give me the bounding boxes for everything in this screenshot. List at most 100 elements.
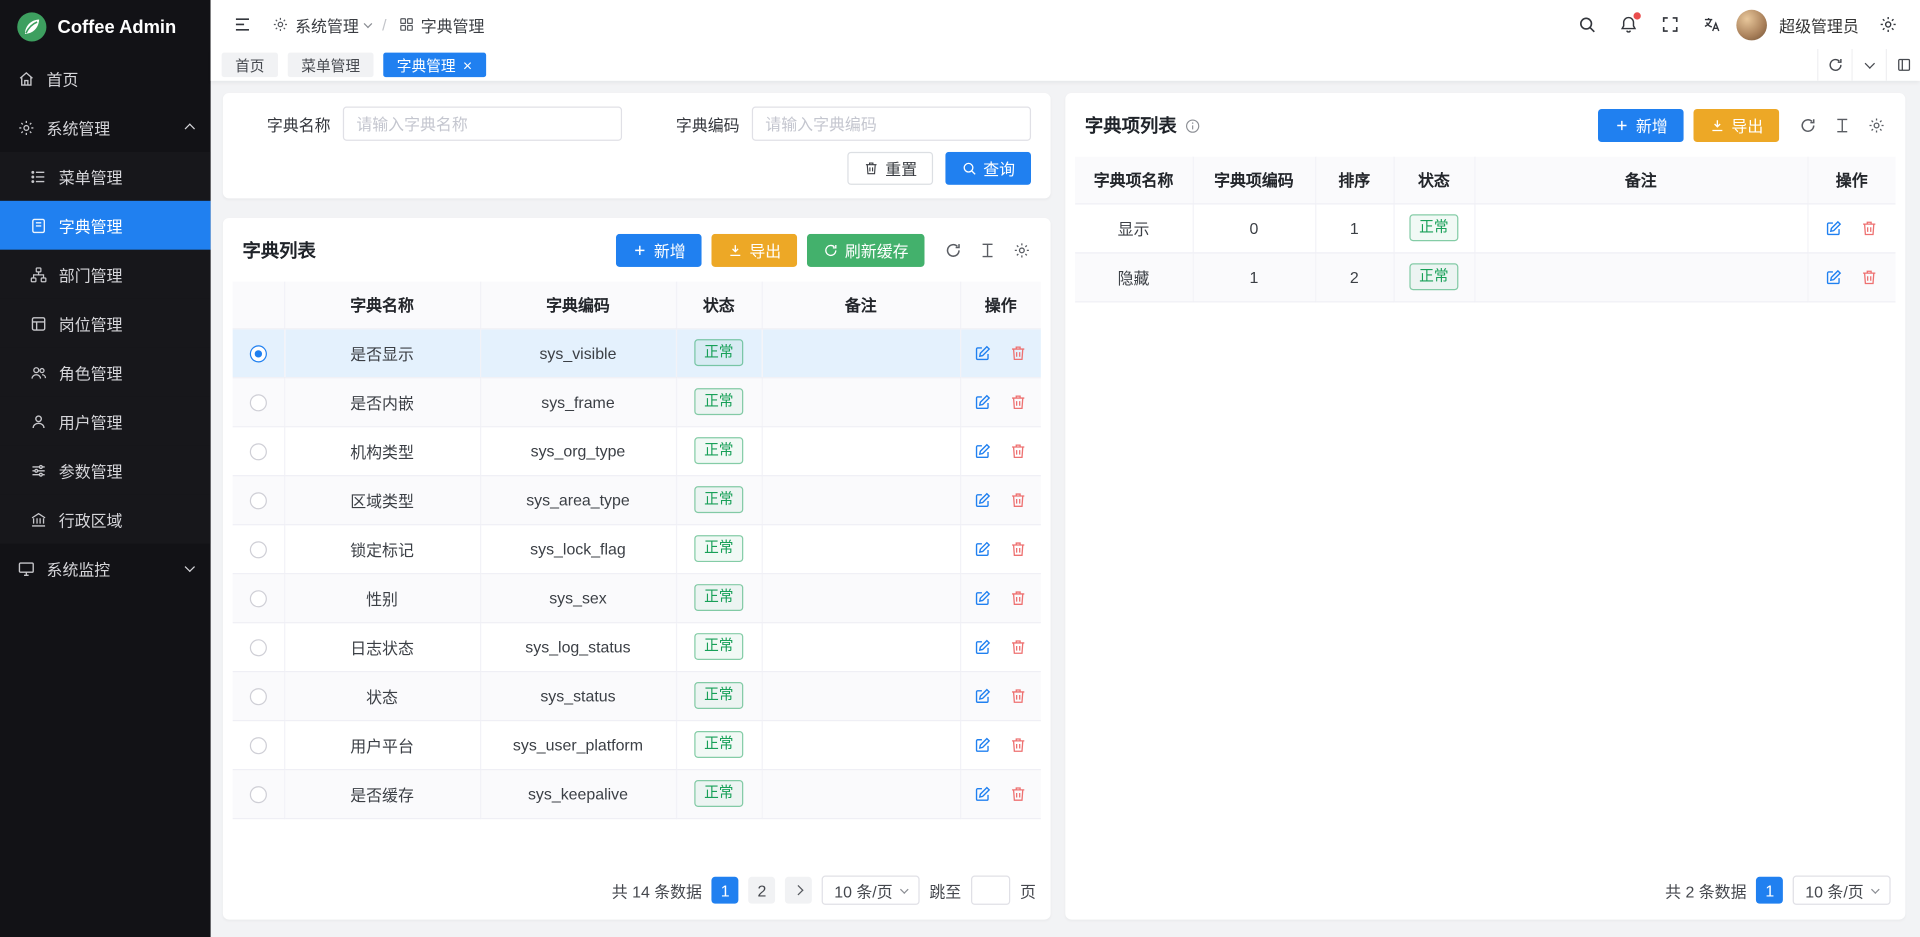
row-radio[interactable] — [249, 737, 266, 754]
sidebar-item-admin-region[interactable]: 行政区域 — [0, 495, 211, 544]
table-density-icon[interactable] — [978, 241, 996, 259]
item-page-size-select[interactable]: 10 条/页 — [1793, 876, 1891, 905]
dict-code-input[interactable] — [752, 107, 1031, 141]
sidebar-item-menu-management[interactable]: 菜单管理 — [0, 152, 211, 201]
breadcrumb-item-system[interactable]: 系统管理 — [272, 13, 371, 36]
table-refresh-icon[interactable] — [1799, 116, 1817, 134]
dict-table-row[interactable]: 是否内嵌sys_frame正常 — [233, 377, 1041, 426]
delete-icon[interactable] — [1009, 393, 1027, 411]
edit-icon[interactable] — [974, 589, 992, 607]
dict-table-row[interactable]: 状态sys_status正常 — [233, 671, 1041, 720]
delete-icon[interactable] — [1009, 736, 1027, 754]
tab-dict-management[interactable]: 字典管理 × — [383, 53, 485, 77]
dict-item-table-row[interactable]: 隐藏12正常 — [1075, 252, 1895, 301]
delete-icon[interactable] — [1009, 442, 1027, 460]
item-export-button[interactable]: 导出 — [1693, 109, 1779, 142]
edit-icon[interactable] — [1825, 268, 1843, 286]
dict-page-2[interactable]: 2 — [749, 877, 776, 904]
tab-menu-chevron-icon[interactable] — [1851, 49, 1885, 81]
translate-icon[interactable] — [1695, 7, 1729, 41]
row-radio[interactable] — [249, 688, 266, 705]
sidebar-item-param-management[interactable]: 参数管理 — [0, 446, 211, 495]
dict-table-row[interactable]: 是否显示sys_visible正常 — [233, 328, 1041, 377]
content-fullscreen-icon[interactable] — [1886, 49, 1920, 81]
table-settings-icon[interactable] — [1013, 241, 1031, 259]
edit-icon[interactable] — [974, 491, 992, 509]
user-name[interactable]: 超级管理员 — [1774, 13, 1863, 36]
sidebar-item-post-management[interactable]: 岗位管理 — [0, 299, 211, 348]
search-icon[interactable] — [1570, 7, 1604, 41]
dict-table-row[interactable]: 性别sys_sex正常 — [233, 573, 1041, 622]
row-radio[interactable] — [249, 394, 266, 411]
sidebar-item-role-management[interactable]: 角色管理 — [0, 348, 211, 397]
tab-menu-management[interactable]: 菜单管理 — [288, 53, 374, 77]
dict-item-table-row[interactable]: 显示01正常 — [1075, 203, 1895, 252]
dict-code-cell: sys_user_platform — [480, 720, 676, 769]
tab-home[interactable]: 首页 — [222, 53, 278, 77]
dict-add-button[interactable]: 新增 — [616, 234, 702, 267]
delete-icon[interactable] — [1009, 589, 1027, 607]
sidebar-item-dept-management[interactable]: 部门管理 — [0, 250, 211, 299]
delete-icon[interactable] — [1009, 344, 1027, 362]
close-tab-icon[interactable]: × — [463, 57, 472, 73]
dict-table-row[interactable]: 机构类型sys_org_type正常 — [233, 426, 1041, 475]
sidebar-group-system[interactable]: 系统管理 — [0, 103, 211, 152]
row-radio[interactable] — [249, 492, 266, 509]
table-refresh-icon[interactable] — [944, 241, 962, 259]
delete-icon[interactable] — [1009, 687, 1027, 705]
reset-button[interactable]: 重置 — [847, 152, 933, 185]
settings-gear-icon[interactable] — [1871, 7, 1905, 41]
dict-table-row[interactable]: 用户平台sys_user_platform正常 — [233, 720, 1041, 769]
notification-bell-icon[interactable] — [1611, 7, 1645, 41]
edit-icon[interactable] — [1825, 219, 1843, 237]
edit-icon[interactable] — [974, 687, 992, 705]
breadcrumb-item-dict[interactable]: 字典管理 — [398, 13, 485, 36]
dict-table-row[interactable]: 是否缓存sys_keepalive正常 — [233, 769, 1041, 818]
item-add-button[interactable]: 新增 — [1598, 109, 1684, 142]
dict-page-size-select[interactable]: 10 条/页 — [822, 876, 920, 905]
user-avatar[interactable] — [1736, 9, 1767, 40]
row-radio[interactable] — [249, 639, 266, 656]
info-icon[interactable] — [1184, 117, 1201, 134]
fullscreen-icon[interactable] — [1653, 7, 1687, 41]
delete-icon[interactable] — [1860, 219, 1878, 237]
collapse-menu-icon[interactable] — [225, 7, 259, 41]
query-button[interactable]: 查询 — [945, 152, 1031, 185]
row-radio[interactable] — [249, 345, 266, 362]
sidebar-group-monitor[interactable]: 系统监控 — [0, 544, 211, 593]
sidebar-item-home[interactable]: 首页 — [0, 54, 211, 103]
dict-name-input[interactable] — [343, 107, 622, 141]
edit-icon[interactable] — [974, 393, 992, 411]
row-radio[interactable] — [249, 443, 266, 460]
delete-icon[interactable] — [1009, 491, 1027, 509]
dict-name-cell: 锁定标记 — [284, 524, 480, 573]
delete-icon[interactable] — [1860, 268, 1878, 286]
row-radio[interactable] — [249, 541, 266, 558]
edit-icon[interactable] — [974, 344, 992, 362]
edit-icon[interactable] — [974, 736, 992, 754]
delete-icon[interactable] — [1009, 638, 1027, 656]
edit-icon[interactable] — [974, 540, 992, 558]
dict-jump-input[interactable] — [971, 876, 1010, 905]
sidebar-item-user-management[interactable]: 用户管理 — [0, 397, 211, 446]
dict-table-row[interactable]: 锁定标记sys_lock_flag正常 — [233, 524, 1041, 573]
dict-page-1[interactable]: 1 — [712, 877, 739, 904]
app-logo[interactable]: Coffee Admin — [0, 0, 211, 54]
dict-next-page-button[interactable] — [785, 877, 812, 904]
delete-icon[interactable] — [1009, 785, 1027, 803]
dict-table-row[interactable]: 区域类型sys_area_type正常 — [233, 475, 1041, 524]
row-radio[interactable] — [249, 786, 266, 803]
edit-icon[interactable] — [974, 442, 992, 460]
table-density-icon[interactable] — [1833, 116, 1851, 134]
item-page-1[interactable]: 1 — [1756, 877, 1783, 904]
table-settings-icon[interactable] — [1867, 116, 1885, 134]
sidebar-item-dict-management[interactable]: 字典管理 — [0, 201, 211, 250]
dict-export-button[interactable]: 导出 — [711, 234, 797, 267]
edit-icon[interactable] — [974, 785, 992, 803]
refresh-page-icon[interactable] — [1817, 49, 1851, 81]
dict-table-row[interactable]: 日志状态sys_log_status正常 — [233, 622, 1041, 671]
refresh-cache-button[interactable]: 刷新缓存 — [807, 234, 925, 267]
delete-icon[interactable] — [1009, 540, 1027, 558]
edit-icon[interactable] — [974, 638, 992, 656]
row-radio[interactable] — [249, 590, 266, 607]
